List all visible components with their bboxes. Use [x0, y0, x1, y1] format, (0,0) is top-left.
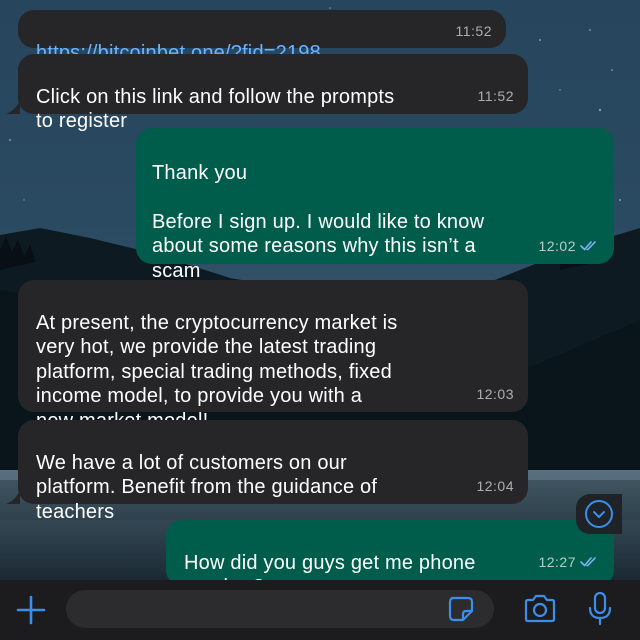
message-timestamp: 11:52: [477, 87, 514, 104]
message-timestamp: 12:02: [538, 234, 600, 259]
read-ticks-icon: [580, 556, 596, 567]
message-timestamp: 11:52: [455, 22, 492, 39]
message-input[interactable]: [66, 590, 494, 628]
message-timestamp: 12:03: [476, 385, 514, 402]
incoming-message: Click on this link and follow the prompt…: [18, 54, 528, 132]
sticker-icon[interactable]: [446, 594, 476, 624]
message-text: We have a lot of customers on our platfo…: [36, 451, 378, 523]
read-ticks-icon: [580, 240, 596, 251]
message-timestamp: 12:27: [538, 550, 600, 575]
bubble-tail: [6, 490, 20, 504]
outgoing-message: How did you guys get me phone number? 12…: [166, 520, 614, 580]
incoming-message: https://bitcoinbet.one/?fid=2198 11:52: [18, 10, 506, 64]
chevron-down-icon: [585, 500, 613, 528]
camera-icon[interactable]: [522, 592, 558, 626]
microphone-icon[interactable]: [586, 590, 614, 628]
outgoing-message: Thank you Before I sign up. I would like…: [136, 128, 614, 282]
chat-message-list[interactable]: https://bitcoinbet.one/?fid=2198 11:52 C…: [0, 0, 640, 580]
message-timestamp: 12:04: [476, 477, 514, 494]
incoming-message: At present, the cryptocurrency market is…: [18, 280, 528, 432]
message-text: Click on this link and follow the prompt…: [36, 85, 395, 133]
plus-icon[interactable]: [14, 593, 48, 627]
message-text: Thank you Before I sign up. I would like…: [152, 161, 485, 282]
incoming-message: We have a lot of customers on our platfo…: [18, 420, 528, 523]
scroll-to-bottom-button[interactable]: [576, 494, 622, 534]
bubble-tail: [6, 100, 20, 114]
message-composer: [0, 580, 640, 640]
message-text: At present, the cryptocurrency market is…: [36, 311, 398, 432]
message-text: How did you guys get me phone number?: [184, 551, 476, 581]
